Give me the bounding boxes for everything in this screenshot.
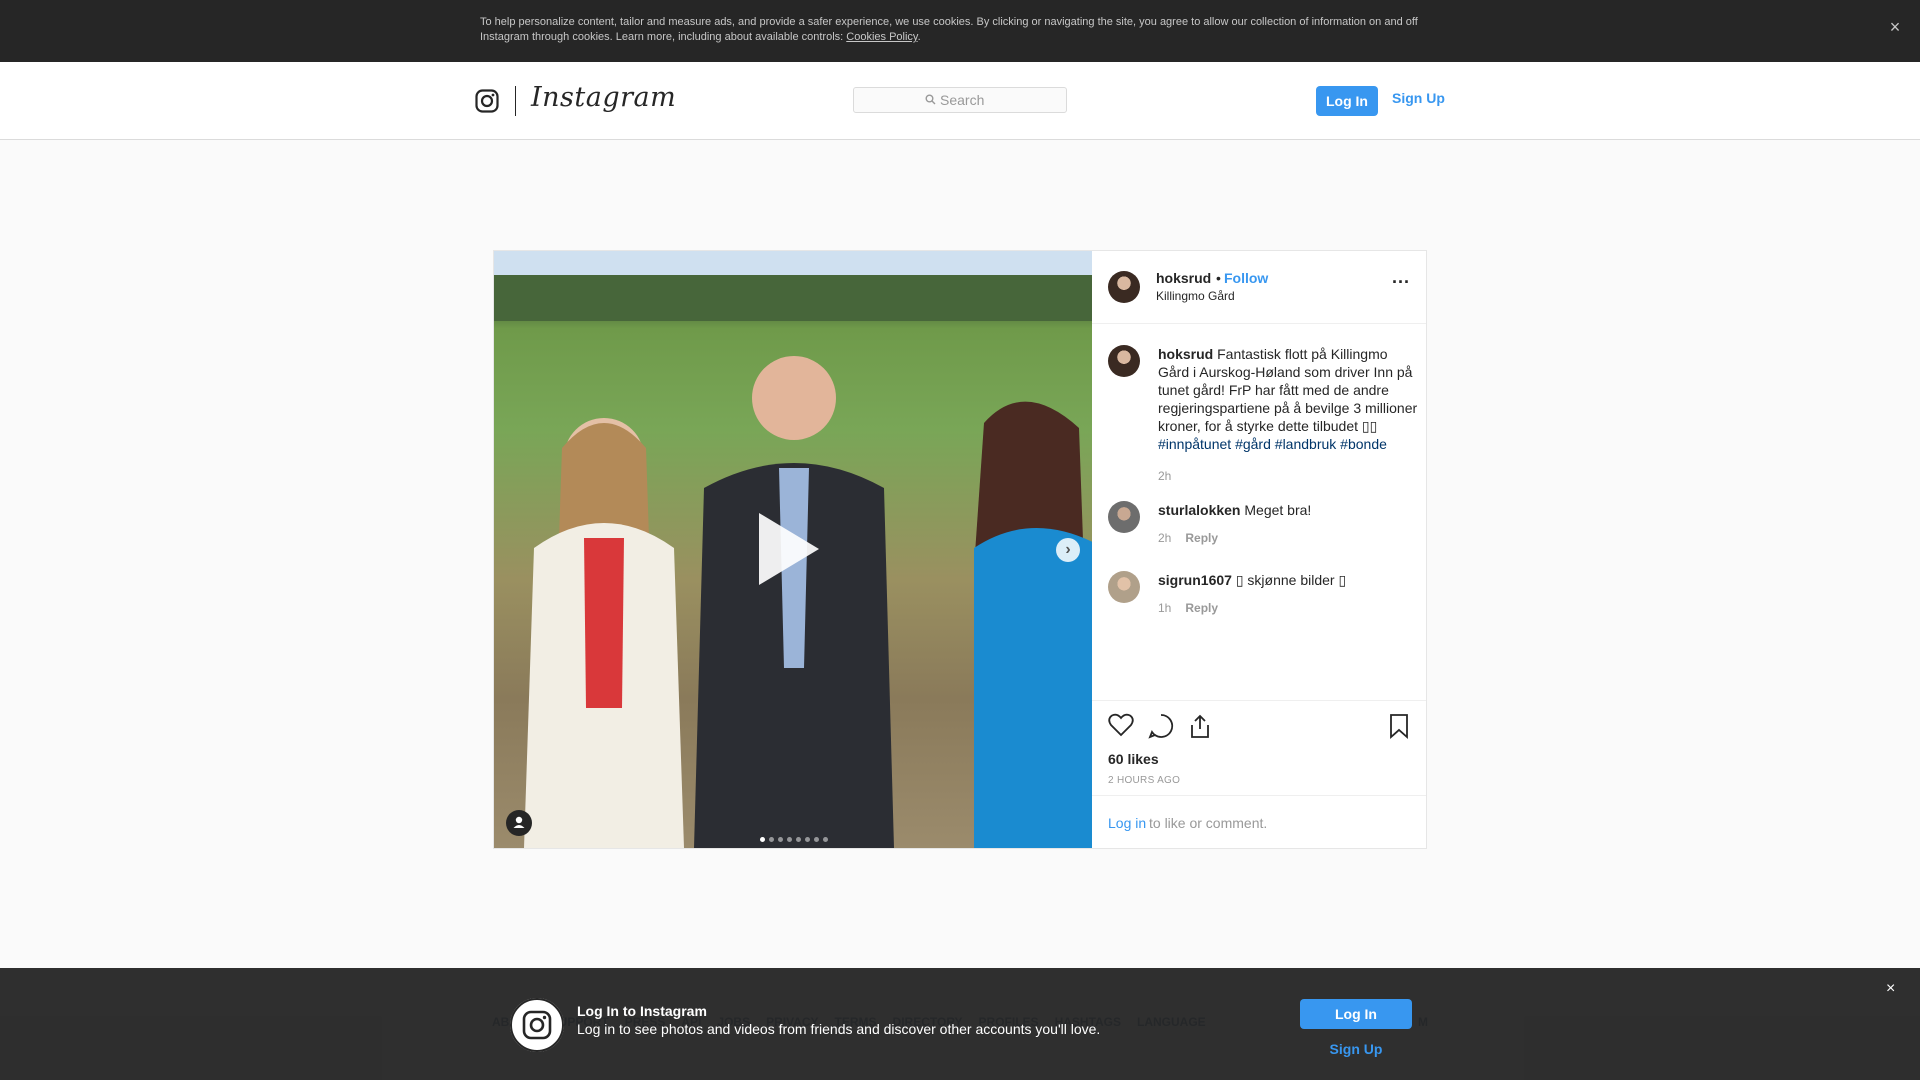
hashtag-link[interactable]: #landbruk (1275, 436, 1337, 452)
carousel-dot (769, 837, 774, 842)
carousel-dot (778, 837, 783, 842)
instagram-glyph-icon[interactable] (475, 89, 499, 113)
login-prompt-text: to like or comment. (1149, 815, 1268, 831)
carousel-dot (823, 837, 828, 842)
post-sidebar: hoksrud • Follow Killingmo Gård ... hoks… (1092, 251, 1426, 848)
hashtag-link[interactable]: #bonde (1340, 436, 1387, 452)
comment-text: ▯ skjønne bilder ▯ (1235, 572, 1347, 588)
cookie-suffix: . (917, 31, 921, 43)
play-icon[interactable] (759, 513, 819, 585)
likes-count[interactable]: 60 likes (1108, 751, 1159, 767)
share-icon[interactable] (1188, 713, 1212, 739)
avatar[interactable] (1108, 571, 1140, 603)
comment-icon[interactable] (1148, 713, 1174, 739)
post-media[interactable]: › (494, 251, 1092, 848)
caption-time: 2h (1158, 469, 1171, 483)
comment-username[interactable]: sigrun1607 (1158, 572, 1232, 588)
person-right (974, 401, 1092, 848)
timestamp[interactable]: 1h (1158, 601, 1171, 615)
bottom-login-button[interactable]: Log In (1300, 999, 1412, 1029)
location-link[interactable]: Killingmo Gård (1156, 289, 1235, 303)
follow-button[interactable]: Follow (1224, 270, 1268, 286)
avatar[interactable] (1108, 271, 1140, 303)
comment-meta: 2h Reply (1158, 531, 1218, 545)
timestamp[interactable]: 2h (1158, 531, 1171, 545)
top-header: Instagram Log In Sign Up (0, 62, 1920, 140)
caption-body: hoksrud Fantastisk flott på Killingmo Gå… (1158, 345, 1418, 453)
cookie-text: To help personalize content, tailor and … (480, 15, 1440, 45)
post-card: › hoksrud • Follow Killingmo Gård ... ho… (493, 250, 1427, 849)
avatar[interactable] (1108, 345, 1140, 377)
separator-dot: • (1216, 270, 1221, 286)
caption-username[interactable]: hoksrud (1158, 346, 1213, 362)
hashtag-link[interactable]: #gård (1235, 436, 1271, 452)
instagram-glyph-icon (510, 998, 564, 1052)
hashtag-link[interactable]: #innpåtunet (1158, 436, 1231, 452)
carousel-dot (805, 837, 810, 842)
login-prompt: Log in to like or comment. (1092, 795, 1426, 849)
avatar[interactable] (1108, 501, 1140, 533)
author-username[interactable]: hoksrud (1156, 270, 1211, 286)
bottom-signup-link[interactable]: Sign Up (1300, 1041, 1412, 1057)
cookie-banner: To help personalize content, tailor and … (0, 0, 1920, 62)
reply-button[interactable]: Reply (1185, 531, 1218, 545)
more-options-icon[interactable]: ... (1392, 267, 1410, 288)
bottom-bar-title: Log In to Instagram (577, 1003, 707, 1019)
carousel-dot (760, 837, 765, 842)
bottom-login-bar: Log In to Instagram Log in to see photos… (0, 968, 1920, 1080)
carousel-indicator (760, 829, 832, 842)
reply-button[interactable]: Reply (1185, 601, 1218, 615)
comment: sturlalokken Meget bra! 2h Reply (1108, 501, 1418, 551)
post-actions: 60 likes 2 HOURS AGO Log in to like or c… (1092, 700, 1426, 849)
logo-divider (515, 86, 516, 116)
instagram-wordmark[interactable]: Instagram (531, 82, 676, 113)
close-icon[interactable]: × (1884, 16, 1906, 38)
post-timestamp[interactable]: 2 HOURS AGO (1108, 775, 1180, 786)
chevron-right-icon[interactable]: › (1056, 538, 1080, 562)
person-left (524, 418, 684, 848)
cookie-message: To help personalize content, tailor and … (480, 16, 1418, 43)
header-signup-link[interactable]: Sign Up (1392, 90, 1445, 106)
person-center (694, 356, 894, 848)
treeline (494, 275, 1092, 321)
login-link[interactable]: Log in (1108, 815, 1146, 831)
search-input[interactable] (940, 91, 1060, 109)
comment: sigrun1607 ▯ skjønne bilder ▯ 1h Reply (1108, 571, 1418, 621)
comment-body: sturlalokken Meget bra! (1158, 501, 1418, 519)
user-tag-icon[interactable] (506, 810, 532, 836)
close-icon[interactable]: × (1886, 980, 1895, 998)
bookmark-icon[interactable] (1388, 713, 1410, 739)
carousel-dot (787, 837, 792, 842)
heart-icon[interactable] (1108, 713, 1134, 737)
comment-body: sigrun1607 ▯ skjønne bilder ▯ (1158, 571, 1418, 589)
caption: hoksrud Fantastisk flott på Killingmo Gå… (1108, 345, 1418, 485)
bottom-bar-subtitle: Log in to see photos and videos from fri… (577, 1021, 1101, 1037)
search-box[interactable] (853, 87, 1067, 113)
header-login-button[interactable]: Log In (1316, 86, 1378, 116)
cookies-policy-link[interactable]: Cookies Policy (846, 31, 917, 43)
comment-meta: 1h Reply (1158, 601, 1218, 615)
carousel-dot (796, 837, 801, 842)
search-icon (925, 94, 936, 105)
post-header: hoksrud • Follow Killingmo Gård ... (1092, 251, 1426, 324)
timestamp[interactable]: 2h (1158, 469, 1171, 483)
carousel-dot (814, 837, 819, 842)
comment-username[interactable]: sturlalokken (1158, 502, 1240, 518)
comment-text: Meget bra! (1244, 502, 1312, 518)
